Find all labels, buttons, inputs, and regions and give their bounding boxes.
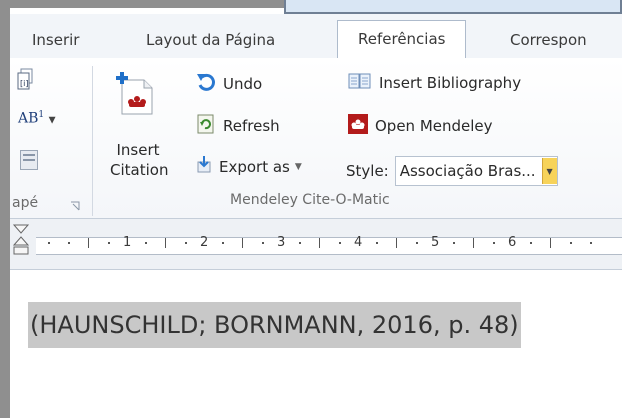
- mendeley-logo-icon: [348, 114, 368, 138]
- document-page[interactable]: (HAUNSCHILD; BORNMANN, 2016, p. 48): [10, 270, 622, 418]
- dropdown-arrow-icon: ▼: [48, 115, 56, 126]
- insert-endnote-icon[interactable]: [i]: [16, 68, 36, 96]
- style-label: Style:: [346, 162, 389, 180]
- ruler-number: 6: [508, 235, 517, 250]
- tab-layout-da-pagina[interactable]: Layout da Página: [146, 22, 275, 58]
- undo-label: Undo: [223, 75, 263, 93]
- ruler-number: 2: [200, 235, 209, 250]
- ruler-mark: [48, 242, 50, 244]
- ruler-mark: [473, 238, 474, 248]
- ruler-mark: [570, 242, 572, 244]
- insert-bibliography-label: Insert Bibliography: [379, 74, 522, 92]
- ruler-mark: [165, 238, 166, 248]
- export-as-label: Export as: [219, 158, 290, 176]
- insert-citation-button[interactable]: Insert Citation: [98, 66, 178, 186]
- citation-style-select[interactable]: Associação Bras... ▼: [394, 156, 558, 186]
- dialog-launcher-icon[interactable]: [70, 196, 80, 211]
- open-mendeley-button[interactable]: Open Mendeley: [348, 114, 493, 138]
- bibliography-icon: [348, 72, 372, 94]
- refresh-label: Refresh: [223, 117, 280, 135]
- svg-text:[i]: [i]: [20, 79, 28, 88]
- insert-citation-label-line2: Citation: [110, 161, 169, 179]
- ribbon-tab-strip: Inserir Layout da Página Referências Cor…: [10, 14, 622, 59]
- ruler-number: 4: [354, 235, 363, 250]
- ruler-number: 3: [277, 235, 286, 250]
- ribbon: [i] AB1 ▼ apé Insert Citation Undo Refre…: [10, 58, 622, 219]
- ruler-mark: [416, 242, 418, 244]
- ruler-mark: [68, 242, 70, 244]
- next-footnote-label: AB: [18, 110, 39, 127]
- ruler-mark: [590, 242, 592, 244]
- ruler-mark: [222, 242, 224, 244]
- ruler-mark: [108, 242, 110, 244]
- window-frame-left: [0, 0, 10, 418]
- next-footnote-superscript: 1: [38, 110, 45, 120]
- ruler-mark: [530, 242, 532, 244]
- ruler-mark: [185, 242, 187, 244]
- citation-style-control: Style: Associação Bras... ▼: [346, 156, 558, 186]
- refresh-icon: [196, 114, 216, 138]
- export-dropdown-arrow-icon: ▼: [294, 162, 302, 172]
- refresh-button[interactable]: Refresh: [196, 114, 280, 138]
- ruler-mark: [262, 242, 264, 244]
- footnotes-group-label: apé: [12, 195, 39, 211]
- ruler-mark: [493, 242, 495, 244]
- undo-icon: [196, 72, 216, 96]
- horizontal-ruler: 1 2 3 4 5 6: [10, 219, 622, 270]
- mendeley-group-label: Mendeley Cite-O-Matic: [230, 192, 390, 208]
- ruler-number: 5: [431, 235, 440, 250]
- show-notes-icon[interactable]: [20, 150, 38, 170]
- export-icon: [196, 156, 212, 178]
- tab-correspondencias[interactable]: Correspon: [510, 22, 587, 58]
- ruler-mark: [88, 238, 89, 248]
- ruler-mark: [299, 242, 301, 244]
- ruler-mark: [396, 238, 397, 248]
- ruler-mark: [242, 238, 243, 248]
- ruler-number: 1: [123, 235, 132, 250]
- insert-bibliography-button[interactable]: Insert Bibliography: [348, 72, 521, 94]
- ruler-mark: [453, 242, 455, 244]
- export-as-button[interactable]: Export as ▼: [196, 156, 302, 178]
- tab-inserir[interactable]: Inserir: [32, 22, 79, 58]
- overlapping-window-edge: [284, 0, 622, 14]
- citation-field[interactable]: (HAUNSCHILD; BORNMANN, 2016, p. 48): [28, 302, 521, 348]
- ruler-mark: [550, 238, 551, 248]
- tab-selector-icon[interactable]: [10, 223, 34, 263]
- undo-button[interactable]: Undo: [196, 72, 262, 96]
- tab-referencias[interactable]: Referências: [337, 20, 467, 59]
- insert-citation-icon: [114, 72, 154, 120]
- ruler-mark: [339, 242, 341, 244]
- ruler-mark: [376, 242, 378, 244]
- style-dropdown-arrow-icon[interactable]: ▼: [541, 158, 557, 184]
- next-footnote-button[interactable]: AB1 ▼: [18, 110, 56, 127]
- ruler-mark: [145, 242, 147, 244]
- group-separator: [92, 66, 93, 216]
- open-mendeley-label: Open Mendeley: [375, 117, 493, 135]
- style-select-value: Associação Bras...: [399, 162, 536, 180]
- insert-citation-label-line1: Insert: [116, 141, 160, 159]
- ruler-mark: [319, 238, 320, 248]
